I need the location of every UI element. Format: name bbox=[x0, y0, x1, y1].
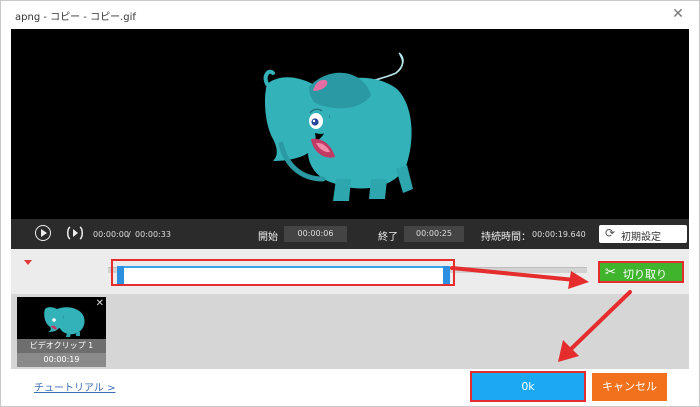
play-icon[interactable] bbox=[35, 225, 51, 241]
playhead-marker[interactable] bbox=[24, 260, 32, 265]
scissors-icon: ✂ bbox=[605, 265, 616, 280]
clip-preview bbox=[17, 297, 106, 339]
current-time: 00:00:00 bbox=[93, 230, 129, 239]
total-time: 00:00:33 bbox=[135, 230, 171, 239]
start-label: 開始 bbox=[258, 232, 278, 243]
video-clip-thumbnail[interactable]: ✕ ビデオクリップ 1 00:00:19 bbox=[17, 297, 106, 367]
clip-close-icon[interactable]: ✕ bbox=[96, 298, 104, 309]
video-preview bbox=[11, 29, 689, 219]
reset-button[interactable]: ⟳ 初期設定 bbox=[599, 225, 687, 243]
end-label: 終了 bbox=[378, 232, 398, 243]
trim-dialog: apng - コピー - コピー.gif ✕ 00:00:00 / 00:00:… bbox=[0, 0, 700, 407]
ok-button[interactable]: 0k bbox=[470, 371, 586, 402]
player-controls: 00:00:00 / 00:00:33 開始 00:00:06 終了 00:00… bbox=[11, 219, 689, 249]
cut-button[interactable]: ✂ 切り取り bbox=[598, 261, 684, 283]
time-separator: / bbox=[128, 230, 131, 239]
window-title: apng - コピー - コピー.gif bbox=[15, 12, 136, 23]
clip-name: ビデオクリップ 1 bbox=[17, 339, 106, 353]
cut-label: 切り取り bbox=[623, 268, 667, 281]
close-icon[interactable]: ✕ bbox=[669, 5, 687, 23]
reset-label: 初期設定 bbox=[621, 232, 661, 243]
end-time-field[interactable]: 00:00:25 bbox=[404, 226, 464, 242]
cancel-button[interactable]: キャンセル bbox=[592, 373, 667, 401]
range-highlight-box bbox=[111, 259, 455, 286]
clip-duration: 00:00:19 bbox=[17, 353, 106, 367]
elephant-illustration bbox=[263, 52, 413, 201]
duration-label: 持続時間： bbox=[481, 232, 531, 243]
title-bar: apng - コピー - コピー.gif ✕ bbox=[1, 1, 699, 29]
next-frame-icon[interactable] bbox=[65, 225, 85, 241]
timeline: ✂ 切り取り bbox=[11, 249, 689, 294]
refresh-icon: ⟳ bbox=[605, 226, 616, 240]
footer: チュートリアル > 0k キャンセル bbox=[1, 369, 699, 406]
start-time-field[interactable]: 00:00:06 bbox=[284, 226, 347, 242]
tutorial-link[interactable]: チュートリアル > bbox=[34, 379, 115, 394]
duration-value: 00:00:19.640 bbox=[532, 230, 586, 239]
clip-strip: ✕ ビデオクリップ 1 00:00:19 bbox=[11, 294, 689, 369]
